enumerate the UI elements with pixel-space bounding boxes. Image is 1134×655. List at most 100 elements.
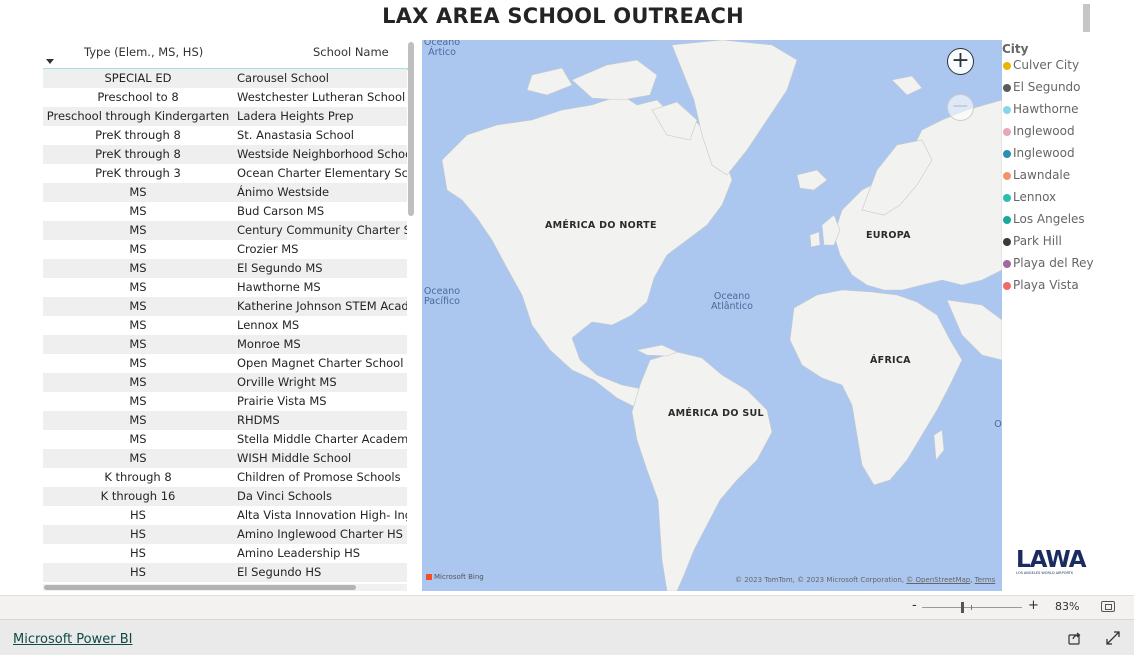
- table-row[interactable]: MS WISH Middle School: [43, 449, 407, 468]
- cell-type: MS: [129, 356, 147, 370]
- column-header-school-name[interactable]: School Name: [313, 45, 389, 59]
- table-row[interactable]: HS El Segundo HS: [43, 563, 407, 582]
- cell-school-name: Orville Wright MS: [237, 375, 337, 389]
- table-row[interactable]: MS RHDMS: [43, 411, 407, 430]
- map-attribution: © 2023 TomTom, © 2023 Microsoft Corporat…: [735, 576, 995, 584]
- legend-dot-icon: [1003, 128, 1011, 136]
- table-row[interactable]: MS El Segundo MS: [43, 259, 407, 278]
- cell-school-name: Ánimo Westside: [237, 185, 330, 199]
- zoom-out-button[interactable]: -: [912, 598, 917, 613]
- cell-type: PreK through 8: [95, 128, 181, 142]
- legend-item[interactable]: Culver City: [1002, 58, 1122, 80]
- europe-shape: [833, 99, 1002, 291]
- table-row[interactable]: MS Open Magnet Charter School: [43, 354, 407, 373]
- label-arctic-ocean: Oceano Ártico: [423, 40, 461, 58]
- cell-school-name: WISH Middle School: [237, 451, 352, 465]
- cell-school-name: Westchester Lutheran School: [237, 90, 406, 104]
- power-bi-link[interactable]: Microsoft Power BI: [13, 632, 132, 647]
- page-scrollbar[interactable]: [1083, 4, 1090, 32]
- ireland-shape: [809, 231, 821, 248]
- table-row[interactable]: MS Katherine Johnson STEM Academy: [43, 297, 407, 316]
- table-row[interactable]: MS Lennox MS: [43, 316, 407, 335]
- cell-school-name: Katherine Johnson STEM Academy: [237, 299, 407, 313]
- schools-table: Type (Elem., MS, HS) School Name SPECIAL…: [43, 40, 418, 593]
- legend-item[interactable]: Playa Vista: [1002, 278, 1122, 300]
- table-row[interactable]: K through 16 Da Vinci Schools: [43, 487, 407, 506]
- cell-school-name: RHDMS: [237, 413, 280, 427]
- cell-type: HS: [130, 546, 146, 560]
- legend-item[interactable]: Los Angeles: [1002, 212, 1122, 234]
- cell-school-name: Children of Promose Schools: [237, 470, 401, 484]
- table-row[interactable]: K through 8 Children of Promose Schools: [43, 468, 407, 487]
- cell-school-name: Amino Leadership HS: [237, 546, 361, 560]
- microsoft-logo-icon: [426, 574, 432, 580]
- cell-type: MS: [129, 318, 147, 332]
- legend-label: Los Angeles: [1013, 212, 1085, 226]
- legend-dot-icon: [1003, 172, 1011, 180]
- legend-item[interactable]: Playa del Rey: [1002, 256, 1122, 278]
- legend-item[interactable]: Inglewood: [1002, 146, 1122, 168]
- table-row[interactable]: MS Century Community Charter School: [43, 221, 407, 240]
- fit-to-page-icon[interactable]: [1101, 601, 1115, 612]
- legend-item[interactable]: Lennox: [1002, 190, 1122, 212]
- osm-link[interactable]: © OpenStreetMap: [906, 576, 970, 584]
- cell-school-name: Bud Carson MS: [237, 204, 325, 218]
- table-horizontal-scrollbar[interactable]: [44, 585, 356, 590]
- zoom-in-button[interactable]: +: [1028, 598, 1039, 613]
- cell-school-name: Open Magnet Charter School: [237, 356, 404, 370]
- cell-type: PreK through 8: [95, 147, 181, 161]
- table-vertical-scrollbar[interactable]: [408, 42, 414, 216]
- table-row[interactable]: HS Amino Leadership HS: [43, 544, 407, 563]
- fullscreen-icon[interactable]: [1106, 631, 1120, 645]
- cell-type: PreK through 3: [95, 166, 181, 180]
- label-europe: EUROPA: [866, 230, 911, 241]
- table-row[interactable]: MS Crozier MS: [43, 240, 407, 259]
- column-header-type[interactable]: Type (Elem., MS, HS): [84, 45, 203, 59]
- table-row[interactable]: PreK through 8 St. Anastasia School: [43, 126, 407, 145]
- map-legend: City Culver City El Segundo Hawthorne Ingle…: [1002, 42, 1122, 300]
- cell-school-name: Da Vinci Schools: [237, 489, 332, 503]
- cell-school-name: St. Anastasia School: [237, 128, 354, 142]
- table-row[interactable]: MS Ánimo Westside: [43, 183, 407, 202]
- cell-school-name: Amino Inglewood Charter HS: [237, 527, 403, 541]
- zoom-slider-track[interactable]: [922, 607, 1022, 608]
- terms-link[interactable]: Terms: [975, 576, 996, 584]
- cell-school-name: Ocean Charter Elementary School: [237, 166, 407, 180]
- map-zoom-in-button[interactable]: +: [947, 48, 974, 75]
- table-row[interactable]: MS Monroe MS: [43, 335, 407, 354]
- legend-item[interactable]: Lawndale: [1002, 168, 1122, 190]
- legend-item[interactable]: Hawthorne: [1002, 102, 1122, 124]
- world-map[interactable]: + − AMÉRICA DO NORTE EUROPA ÁFRICA AMÉRI…: [422, 40, 1002, 591]
- table-row[interactable]: MS Prairie Vista MS: [43, 392, 407, 411]
- sort-descending-icon[interactable]: [46, 59, 54, 64]
- legend-item[interactable]: El Segundo: [1002, 80, 1122, 102]
- table-row[interactable]: HS Amino Inglewood Charter HS: [43, 525, 407, 544]
- table-row[interactable]: Preschool to 8 Westchester Lutheran Schoo…: [43, 88, 407, 107]
- table-row[interactable]: MS Stella Middle Charter Academy: [43, 430, 407, 449]
- table-row[interactable]: MS Orville Wright MS: [43, 373, 407, 392]
- share-icon[interactable]: [1068, 631, 1082, 645]
- table-row[interactable]: PreK through 3 Ocean Charter Elementary S…: [43, 164, 407, 183]
- legend-label: Park Hill: [1013, 234, 1062, 248]
- logo-text: LAWA: [1016, 547, 1087, 573]
- cell-type: MS: [129, 280, 147, 294]
- cell-type: MS: [129, 223, 147, 237]
- table-row[interactable]: MS Bud Carson MS: [43, 202, 407, 221]
- map-zoom-out-button[interactable]: −: [947, 94, 974, 121]
- table-row[interactable]: HS Alta Vista Innovation High- Inglewood: [43, 506, 407, 525]
- svalbard-shape: [891, 75, 923, 96]
- legend-item[interactable]: Park Hill: [1002, 234, 1122, 256]
- table-row[interactable]: Preschool through Kindergarten Ladera Hei…: [43, 107, 407, 126]
- table-row[interactable]: PreK through 8 Westside Neighborhood Scho…: [43, 145, 407, 164]
- table-row[interactable]: SPECIAL ED Carousel School: [43, 69, 407, 88]
- legend-dot-icon: [1003, 84, 1011, 92]
- table-row[interactable]: MS Hawthorne MS: [43, 278, 407, 297]
- legend-item[interactable]: Inglewood: [1002, 124, 1122, 146]
- cell-type: Preschool to 8: [97, 90, 179, 104]
- bing-attribution[interactable]: Microsoft Bing: [426, 573, 484, 581]
- zoom-slider-thumb[interactable]: [961, 602, 964, 613]
- cell-type: MS: [129, 204, 147, 218]
- cell-school-name: Stella Middle Charter Academy: [237, 432, 407, 446]
- zoom-percentage: 83%: [1055, 600, 1080, 613]
- legend-dot-icon: [1003, 260, 1011, 268]
